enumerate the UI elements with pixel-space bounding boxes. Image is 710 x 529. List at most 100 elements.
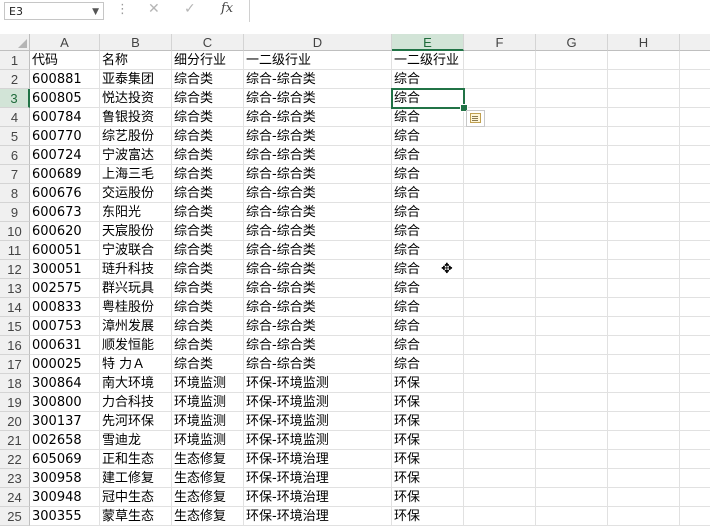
cell-e5[interactable]: 综合 (392, 127, 464, 146)
cell-filler[interactable] (680, 203, 710, 222)
cell-b14[interactable]: 粤桂股份 (100, 298, 172, 317)
cell-a19[interactable]: 300800 (30, 393, 100, 412)
cell-h11[interactable] (608, 241, 680, 260)
cell-h9[interactable] (608, 203, 680, 222)
row-header-6[interactable]: 6 (0, 146, 30, 165)
cell-b8[interactable]: 交运股份 (100, 184, 172, 203)
cell-d13[interactable]: 综合-综合类 (244, 279, 392, 298)
cell-b22[interactable]: 正和生态 (100, 450, 172, 469)
cell-a21[interactable]: 002658 (30, 431, 100, 450)
cell-h14[interactable] (608, 298, 680, 317)
cell-b9[interactable]: 东阳光 (100, 203, 172, 222)
cell-c13[interactable]: 综合类 (172, 279, 244, 298)
cell-f19[interactable] (464, 393, 536, 412)
cell-filler[interactable] (680, 355, 710, 374)
cell-d14[interactable]: 综合-综合类 (244, 298, 392, 317)
cell-f7[interactable] (464, 165, 536, 184)
cell-a3[interactable]: 600805 (30, 89, 100, 108)
cell-c22[interactable]: 生态修复 (172, 450, 244, 469)
cell-b19[interactable]: 力合科技 (100, 393, 172, 412)
row-header-5[interactable]: 5 (0, 127, 30, 146)
cell-f6[interactable] (464, 146, 536, 165)
cell-h13[interactable] (608, 279, 680, 298)
cell-a20[interactable]: 300137 (30, 412, 100, 431)
cell-a4[interactable]: 600784 (30, 108, 100, 127)
cell-e15[interactable]: 综合 (392, 317, 464, 336)
paste-options-icon[interactable] (466, 110, 485, 127)
cell-b17[interactable]: 特 力Ａ (100, 355, 172, 374)
cell-filler[interactable] (680, 222, 710, 241)
cell-g5[interactable] (536, 127, 608, 146)
cell-d10[interactable]: 综合-综合类 (244, 222, 392, 241)
cell-b10[interactable]: 天宸股份 (100, 222, 172, 241)
cell-f22[interactable] (464, 450, 536, 469)
cell-c4[interactable]: 综合类 (172, 108, 244, 127)
cell-filler[interactable] (680, 165, 710, 184)
column-header-h[interactable]: H (608, 34, 680, 51)
cell-h10[interactable] (608, 222, 680, 241)
cell-e20[interactable]: 环保 (392, 412, 464, 431)
cell-b16[interactable]: 顺发恒能 (100, 336, 172, 355)
cell-e12[interactable]: 综合 (392, 260, 464, 279)
row-header-14[interactable]: 14 (0, 298, 30, 317)
cell-e11[interactable]: 综合 (392, 241, 464, 260)
cell-g13[interactable] (536, 279, 608, 298)
row-header-4[interactable]: 4 (0, 108, 30, 127)
cell-a18[interactable]: 300864 (30, 374, 100, 393)
cell-f18[interactable] (464, 374, 536, 393)
cell-h8[interactable] (608, 184, 680, 203)
cell-g15[interactable] (536, 317, 608, 336)
cell-f2[interactable] (464, 70, 536, 89)
cell-e3[interactable]: 综合 (392, 89, 464, 108)
cell-e4[interactable]: 综合 (392, 108, 464, 127)
cell-a1[interactable]: 代码 (30, 51, 100, 70)
cell-b18[interactable]: 南大环境 (100, 374, 172, 393)
cell-filler[interactable] (680, 260, 710, 279)
cell-h7[interactable] (608, 165, 680, 184)
cell-h1[interactable] (608, 51, 680, 70)
row-header-25[interactable]: 25 (0, 507, 30, 526)
cell-b13[interactable]: 群兴玩具 (100, 279, 172, 298)
cell-a12[interactable]: 300051 (30, 260, 100, 279)
cell-c1[interactable]: 细分行业 (172, 51, 244, 70)
cell-a6[interactable]: 600724 (30, 146, 100, 165)
cell-h20[interactable] (608, 412, 680, 431)
row-header-12[interactable]: 12 (0, 260, 30, 279)
cell-h17[interactable] (608, 355, 680, 374)
cell-d21[interactable]: 环保-环境监测 (244, 431, 392, 450)
cell-e8[interactable]: 综合 (392, 184, 464, 203)
cell-filler[interactable] (680, 298, 710, 317)
cell-filler[interactable] (680, 279, 710, 298)
cell-d8[interactable]: 综合-综合类 (244, 184, 392, 203)
cell-f15[interactable] (464, 317, 536, 336)
cell-b1[interactable]: 名称 (100, 51, 172, 70)
cell-b24[interactable]: 冠中生态 (100, 488, 172, 507)
cell-d1[interactable]: 一二级行业 (244, 51, 392, 70)
cell-h22[interactable] (608, 450, 680, 469)
cell-f11[interactable] (464, 241, 536, 260)
cell-c14[interactable]: 综合类 (172, 298, 244, 317)
cell-f23[interactable] (464, 469, 536, 488)
cell-e17[interactable]: 综合 (392, 355, 464, 374)
cell-f3[interactable] (464, 89, 536, 108)
cell-b7[interactable]: 上海三毛 (100, 165, 172, 184)
cell-e18[interactable]: 环保 (392, 374, 464, 393)
cell-e24[interactable]: 环保 (392, 488, 464, 507)
row-header-17[interactable]: 17 (0, 355, 30, 374)
cell-f8[interactable] (464, 184, 536, 203)
cell-filler[interactable] (680, 51, 710, 70)
cell-f16[interactable] (464, 336, 536, 355)
cell-a15[interactable]: 000753 (30, 317, 100, 336)
cell-g21[interactable] (536, 431, 608, 450)
row-header-22[interactable]: 22 (0, 450, 30, 469)
cell-e7[interactable]: 综合 (392, 165, 464, 184)
cell-h6[interactable] (608, 146, 680, 165)
enter-icon[interactable]: ✓ (184, 1, 196, 17)
cell-a2[interactable]: 600881 (30, 70, 100, 89)
cell-e2[interactable]: 综合 (392, 70, 464, 89)
cell-c23[interactable]: 生态修复 (172, 469, 244, 488)
cell-e21[interactable]: 环保 (392, 431, 464, 450)
cell-a7[interactable]: 600689 (30, 165, 100, 184)
cell-g8[interactable] (536, 184, 608, 203)
row-header-9[interactable]: 9 (0, 203, 30, 222)
